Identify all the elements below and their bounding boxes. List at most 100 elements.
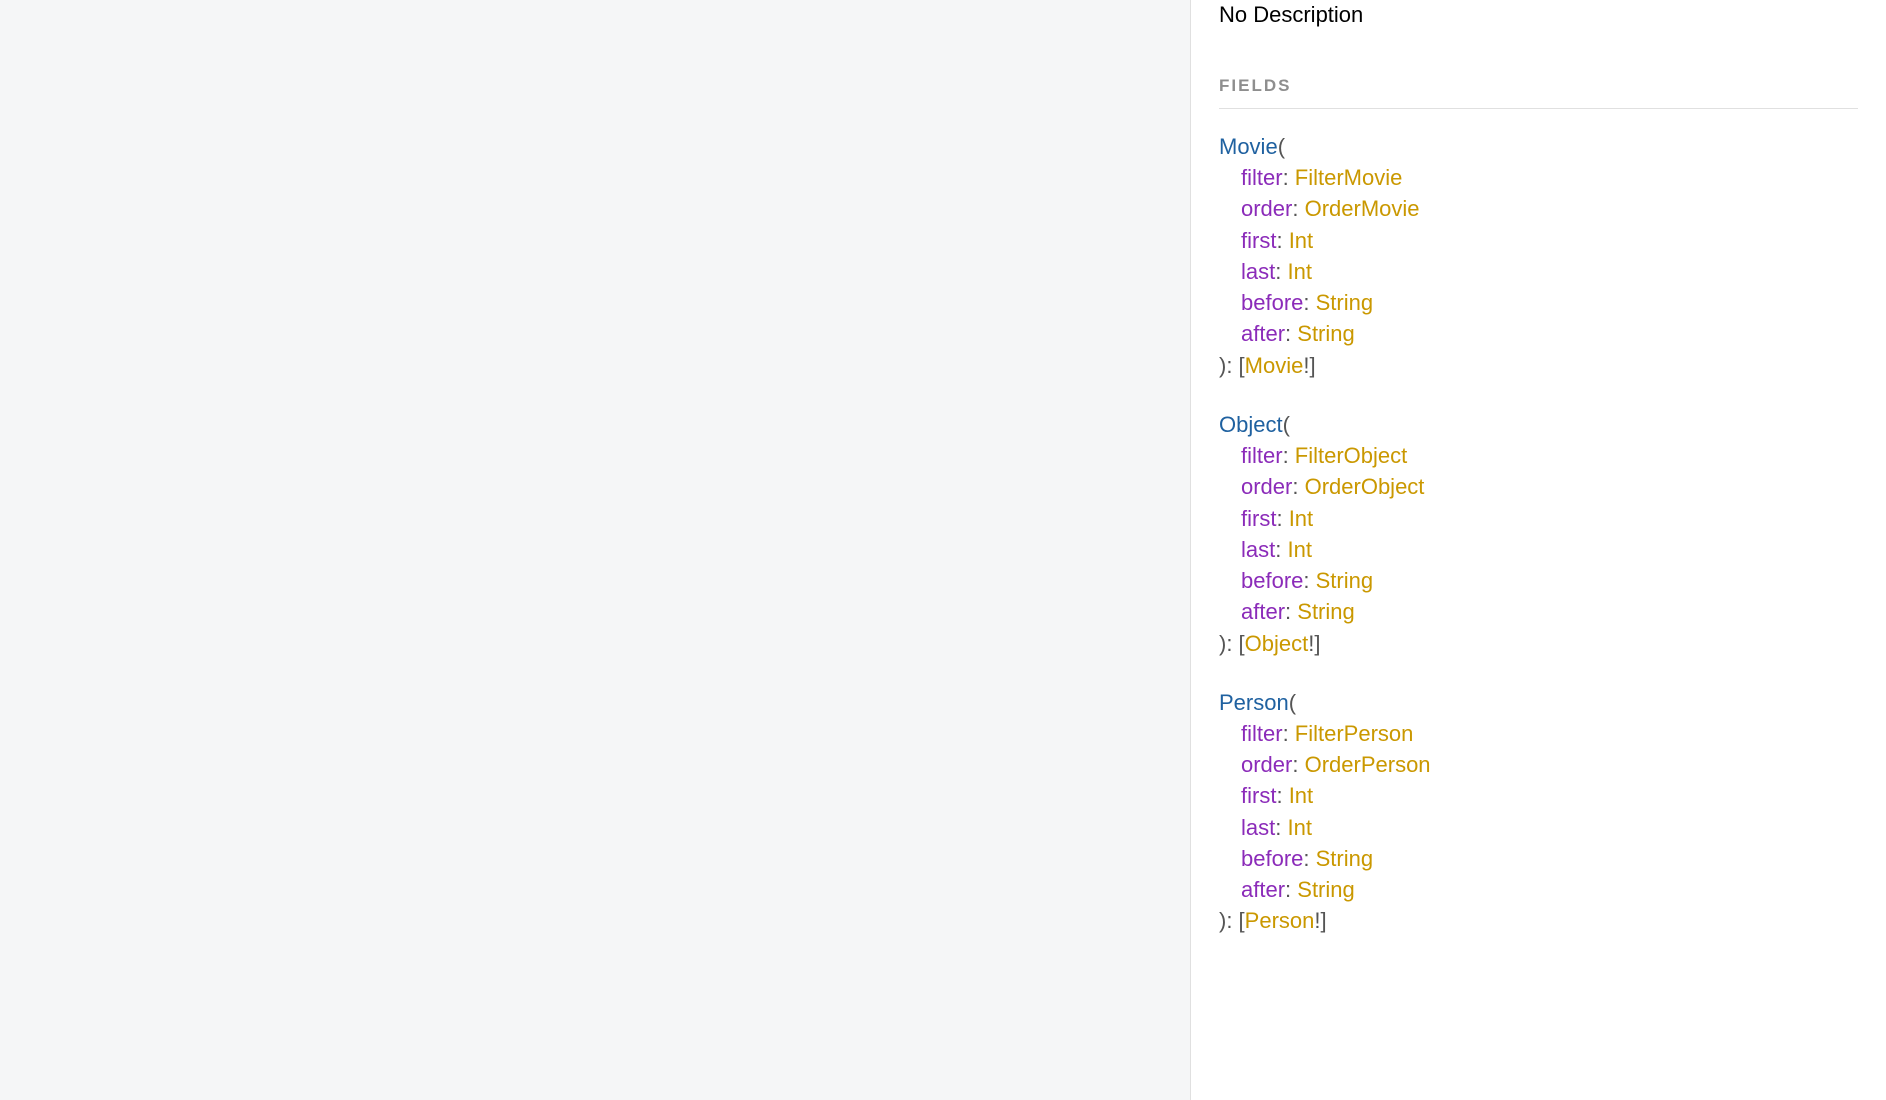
argument-name: filter — [1241, 721, 1283, 746]
argument-name: order — [1241, 474, 1292, 499]
argument-line: first: Int — [1219, 225, 1858, 256]
argument-type-link[interactable]: OrderMovie — [1305, 196, 1420, 221]
argument-line: after: String — [1219, 874, 1858, 905]
field-signature-open: Person( — [1219, 687, 1858, 718]
colon: : — [1303, 568, 1315, 593]
close-paren-bracket: ): [ — [1219, 908, 1245, 933]
argument-line: last: Int — [1219, 534, 1858, 565]
return-type-link[interactable]: Object — [1245, 631, 1309, 656]
open-paren: ( — [1289, 690, 1296, 715]
argument-name: before — [1241, 846, 1303, 871]
open-paren: ( — [1278, 134, 1285, 159]
close-paren-bracket: ): [ — [1219, 631, 1245, 656]
colon: : — [1283, 721, 1295, 746]
argument-line: first: Int — [1219, 503, 1858, 534]
argument-line: first: Int — [1219, 780, 1858, 811]
argument-type-link[interactable]: Int — [1287, 815, 1311, 840]
colon: : — [1275, 537, 1287, 562]
field-signature-open: Object( — [1219, 409, 1858, 440]
colon: : — [1275, 815, 1287, 840]
argument-type-link[interactable]: String — [1297, 321, 1354, 346]
argument-line: after: String — [1219, 318, 1858, 349]
argument-line: filter: FilterPerson — [1219, 718, 1858, 749]
field-name-link[interactable]: Object — [1219, 412, 1283, 437]
argument-type-link[interactable]: String — [1316, 568, 1373, 593]
argument-name: after — [1241, 321, 1285, 346]
colon: : — [1275, 259, 1287, 284]
field-name-link[interactable]: Person — [1219, 690, 1289, 715]
colon: : — [1303, 290, 1315, 315]
argument-type-link[interactable]: FilterPerson — [1295, 721, 1414, 746]
type-description: No Description — [1219, 0, 1858, 28]
argument-type-link[interactable]: FilterMovie — [1295, 165, 1403, 190]
non-null-bracket: !] — [1303, 353, 1315, 378]
colon: : — [1283, 165, 1295, 190]
argument-type-link[interactable]: Int — [1289, 228, 1313, 253]
argument-name: after — [1241, 877, 1285, 902]
colon: : — [1276, 228, 1288, 253]
argument-name: last — [1241, 537, 1275, 562]
close-paren-bracket: ): [ — [1219, 353, 1245, 378]
argument-name: after — [1241, 599, 1285, 624]
field-signature-close: ): [Person!] — [1219, 905, 1858, 936]
colon: : — [1283, 443, 1295, 468]
colon: : — [1285, 321, 1297, 346]
argument-line: last: Int — [1219, 256, 1858, 287]
argument-type-link[interactable]: String — [1316, 846, 1373, 871]
argument-type-link[interactable]: Int — [1289, 506, 1313, 531]
argument-line: after: String — [1219, 596, 1858, 627]
argument-type-link[interactable]: Int — [1289, 783, 1313, 808]
non-null-bracket: !] — [1308, 631, 1320, 656]
colon: : — [1276, 506, 1288, 531]
field-signature-open: Movie( — [1219, 131, 1858, 162]
argument-line: last: Int — [1219, 812, 1858, 843]
field-definition: Person(filter: FilterPersonorder: OrderP… — [1219, 687, 1858, 937]
argument-line: before: String — [1219, 287, 1858, 318]
argument-name: filter — [1241, 165, 1283, 190]
argument-type-link[interactable]: String — [1297, 599, 1354, 624]
field-signature-close: ): [Movie!] — [1219, 350, 1858, 381]
argument-name: last — [1241, 259, 1275, 284]
editor-area — [0, 0, 1190, 1100]
argument-type-link[interactable]: String — [1297, 877, 1354, 902]
argument-name: order — [1241, 752, 1292, 777]
return-type-link[interactable]: Person — [1245, 908, 1315, 933]
colon: : — [1303, 846, 1315, 871]
argument-type-link[interactable]: Int — [1287, 537, 1311, 562]
argument-type-link[interactable]: String — [1316, 290, 1373, 315]
documentation-panel: No Description FIELDS Movie(filter: Filt… — [1190, 0, 1886, 1100]
return-type-link[interactable]: Movie — [1245, 353, 1304, 378]
argument-line: before: String — [1219, 843, 1858, 874]
argument-name: order — [1241, 196, 1292, 221]
argument-line: before: String — [1219, 565, 1858, 596]
argument-type-link[interactable]: Int — [1287, 259, 1311, 284]
fields-list: Movie(filter: FilterMovieorder: OrderMov… — [1219, 131, 1858, 937]
argument-line: filter: FilterMovie — [1219, 162, 1858, 193]
colon: : — [1292, 474, 1304, 499]
colon: : — [1285, 877, 1297, 902]
field-definition: Object(filter: FilterObjectorder: OrderO… — [1219, 409, 1858, 659]
argument-type-link[interactable]: FilterObject — [1295, 443, 1407, 468]
colon: : — [1285, 599, 1297, 624]
argument-type-link[interactable]: OrderPerson — [1305, 752, 1431, 777]
argument-name: before — [1241, 290, 1303, 315]
colon: : — [1276, 783, 1288, 808]
field-definition: Movie(filter: FilterMovieorder: OrderMov… — [1219, 131, 1858, 381]
argument-name: first — [1241, 783, 1276, 808]
argument-line: order: OrderObject — [1219, 471, 1858, 502]
field-signature-close: ): [Object!] — [1219, 628, 1858, 659]
argument-line: filter: FilterObject — [1219, 440, 1858, 471]
argument-type-link[interactable]: OrderObject — [1305, 474, 1425, 499]
colon: : — [1292, 752, 1304, 777]
argument-line: order: OrderPerson — [1219, 749, 1858, 780]
argument-name: first — [1241, 506, 1276, 531]
argument-name: before — [1241, 568, 1303, 593]
argument-name: first — [1241, 228, 1276, 253]
argument-name: last — [1241, 815, 1275, 840]
argument-name: filter — [1241, 443, 1283, 468]
fields-section-label: FIELDS — [1219, 76, 1858, 109]
field-name-link[interactable]: Movie — [1219, 134, 1278, 159]
colon: : — [1292, 196, 1304, 221]
argument-line: order: OrderMovie — [1219, 193, 1858, 224]
open-paren: ( — [1283, 412, 1290, 437]
